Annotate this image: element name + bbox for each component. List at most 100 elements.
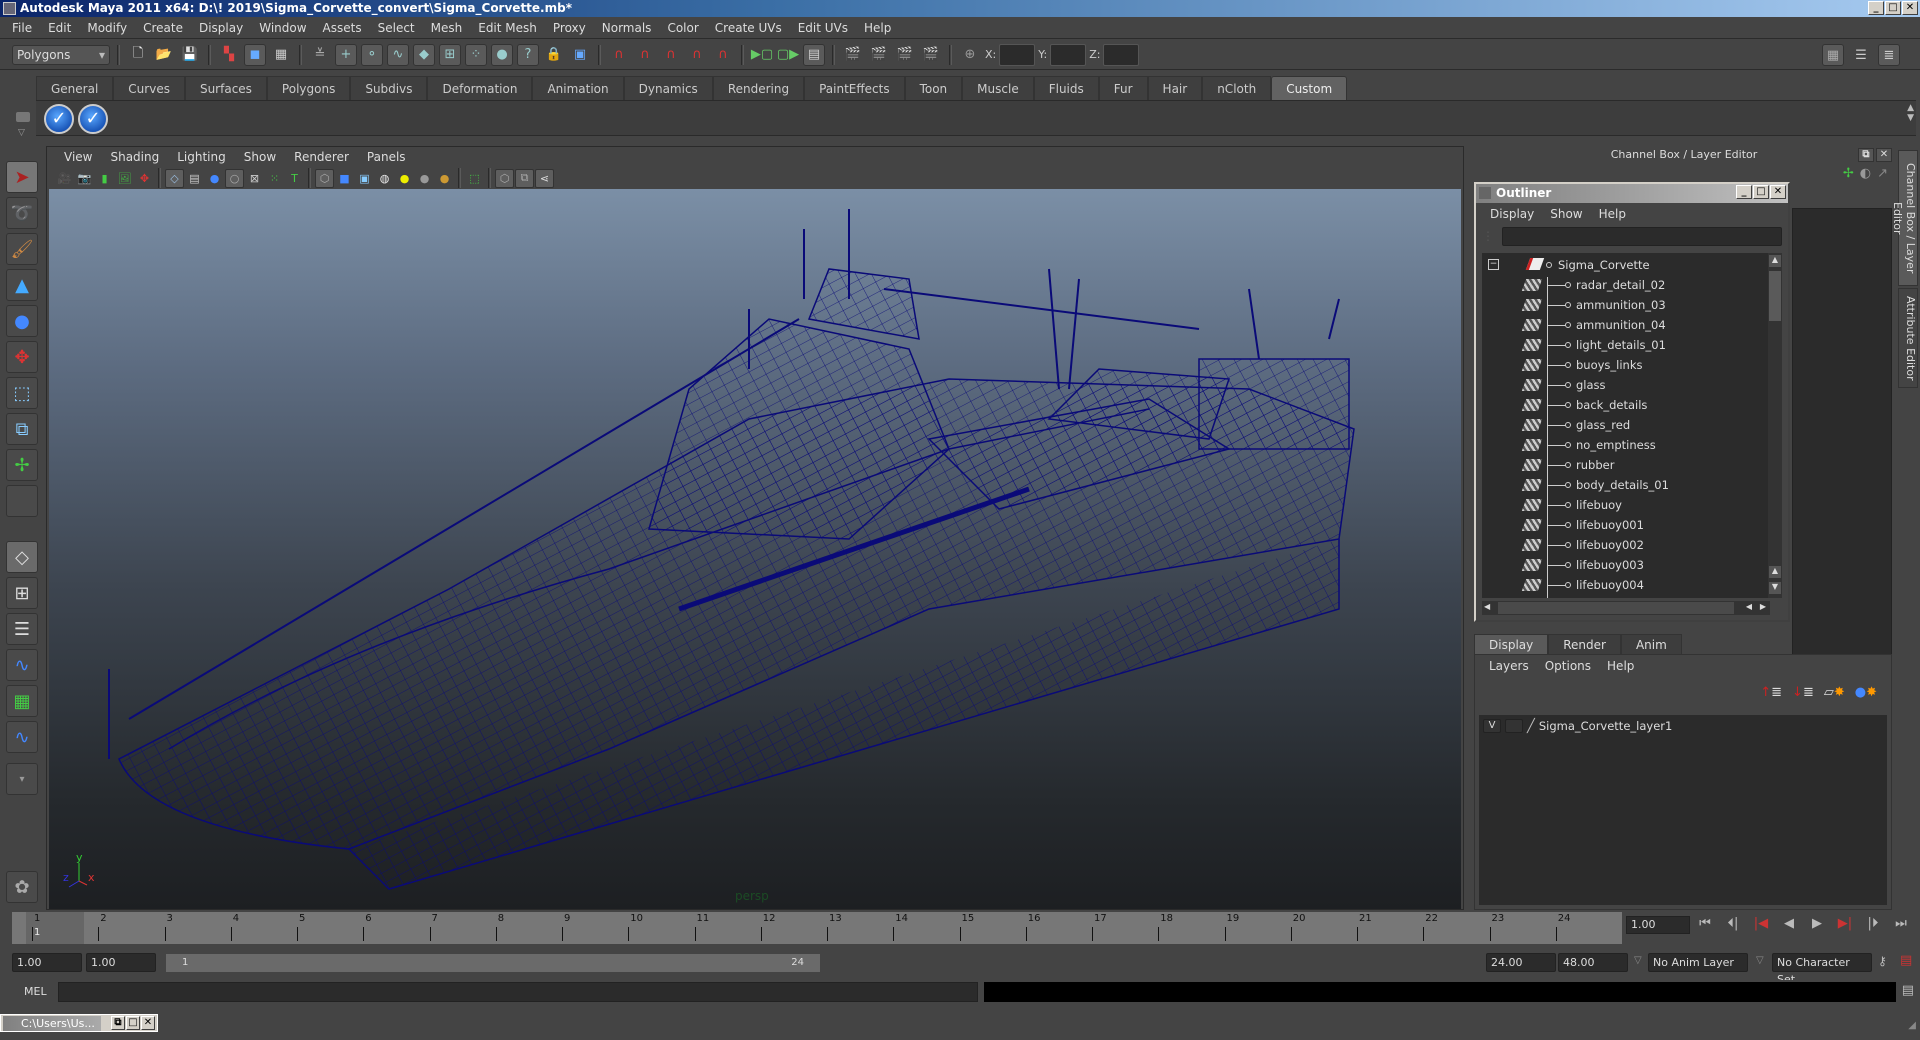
scroll-left-icon[interactable]: ◀ xyxy=(1746,602,1752,611)
z-field[interactable] xyxy=(1103,43,1140,66)
shadows-icon[interactable]: ● xyxy=(415,169,434,188)
select-by-hierarchy-icon[interactable]: ▚ xyxy=(218,44,240,66)
side-tab-attribute-editor[interactable]: Attribute Editor xyxy=(1898,288,1918,388)
snap-to-point-icon[interactable]: ∩ xyxy=(660,44,682,66)
shelf-tab-toon[interactable]: Toon xyxy=(904,76,963,100)
ipr-render-icon[interactable]: 🎬 xyxy=(894,44,916,66)
outliner-item[interactable]: rubber xyxy=(1482,455,1770,475)
viewport-menu-panels[interactable]: Panels xyxy=(358,150,415,164)
close-button[interactable]: ✕ xyxy=(1902,1,1918,15)
shelf-tab-surfaces[interactable]: Surfaces xyxy=(184,76,267,100)
menu-create-uvs[interactable]: Create UVs xyxy=(707,21,790,35)
shelf-tab-hair[interactable]: Hair xyxy=(1147,76,1203,100)
tool-settings-toggle-icon[interactable]: ☰ xyxy=(1850,44,1872,66)
start-time-field[interactable]: 1.00 xyxy=(12,953,82,972)
menu-edit-mesh[interactable]: Edit Mesh xyxy=(470,21,545,35)
snap-to-view-plane-icon[interactable]: ∩ xyxy=(686,44,708,66)
step-forward-key-icon[interactable]: ▶| xyxy=(1834,914,1856,934)
camera-attributes-icon[interactable]: 📷 xyxy=(75,169,94,188)
outliner-item[interactable]: ammunition_04 xyxy=(1482,315,1770,335)
outliner-item[interactable]: lifebuoy003 xyxy=(1482,555,1770,575)
go-to-start-icon[interactable]: ⏮ xyxy=(1694,914,1716,934)
animation-preferences-icon[interactable]: ▤ xyxy=(1900,953,1912,968)
play-backwards-icon[interactable]: ◀ xyxy=(1778,914,1800,934)
3d-viewport[interactable]: y x z persp xyxy=(49,189,1461,909)
shelf-tab-ncloth[interactable]: nCloth xyxy=(1202,76,1272,100)
attribute-editor-toggle-icon[interactable]: ▦ xyxy=(1822,44,1844,66)
four-view-layout-icon[interactable]: ⊞ xyxy=(6,577,38,609)
paint-select-tool-icon[interactable]: 🖌 xyxy=(6,233,38,265)
arrow-tool-icon[interactable]: ↗ xyxy=(1877,166,1888,181)
lock-selection-icon[interactable]: 🔒 xyxy=(543,44,565,66)
auto-key-icon[interactable]: ⚷ xyxy=(1878,954,1887,968)
shelf-tab-muscle[interactable]: Muscle xyxy=(962,76,1034,100)
shelf-tab-rendering[interactable]: Rendering xyxy=(712,76,805,100)
selection-mask-icon[interactable]: ≚ xyxy=(309,44,331,66)
render-current-frame-icon[interactable]: 🎬 xyxy=(868,44,890,66)
layer-color-swatch[interactable]: ╱ xyxy=(1527,719,1535,734)
select-rendering-icon[interactable]: ● xyxy=(491,43,513,66)
select-by-object-type-icon[interactable]: ◼ xyxy=(244,43,266,66)
wireframe-icon[interactable]: ⬡ xyxy=(315,168,334,188)
smooth-shade-icon[interactable]: ■ xyxy=(335,169,354,188)
move-layer-up-icon[interactable]: ↑≣ xyxy=(1760,685,1782,700)
make-live-icon[interactable]: ∩ xyxy=(712,44,734,66)
select-tool-icon[interactable]: ➤ xyxy=(6,161,38,193)
outliner-item[interactable]: glass_red xyxy=(1482,415,1770,435)
playback-start-field[interactable]: 1.00 xyxy=(86,953,156,972)
menu-color[interactable]: Color xyxy=(659,21,706,35)
layer-tab-anim[interactable]: Anim xyxy=(1620,634,1682,654)
universal-manipulator-icon[interactable]: ⬚ xyxy=(6,377,38,409)
snap-to-grid-icon[interactable]: ∩ xyxy=(608,44,630,66)
select-misc-icon[interactable]: ? xyxy=(517,43,539,66)
scroll-up-icon[interactable]: ▲ xyxy=(1769,566,1781,578)
xray-icon[interactable]: ⬡ xyxy=(495,168,514,188)
range-slider[interactable]: 1 24 xyxy=(166,954,820,972)
layer-menu-options[interactable]: Options xyxy=(1537,659,1599,673)
scale-tool-icon[interactable]: ✥ xyxy=(6,341,38,373)
manipulator-axes-icon[interactable]: ✢ xyxy=(1843,166,1854,181)
select-camera-icon[interactable]: 🎥 xyxy=(55,169,74,188)
outliner-filter-input[interactable] xyxy=(1502,227,1782,246)
filter-toggle-icon[interactable]: ⋮ xyxy=(1482,229,1494,243)
resize-grip-icon[interactable]: ◢ xyxy=(1908,1020,1916,1031)
construction-history-icon[interactable]: ▤ xyxy=(803,43,825,66)
side-tab-channel-box[interactable]: Channel Box / Layer Editor xyxy=(1891,150,1918,286)
menu-proxy[interactable]: Proxy xyxy=(545,21,594,35)
maximize-button[interactable]: □ xyxy=(1885,1,1901,15)
scroll-up-icon[interactable]: ▲ xyxy=(1769,255,1781,267)
wireframe-on-shaded-icon[interactable]: ▣ xyxy=(355,169,374,188)
viewport-menu-view[interactable]: View xyxy=(55,150,101,164)
minimized-window[interactable]: C:\Users\Us... ⧉ □ ✕ xyxy=(0,1014,158,1032)
layer-visibility-toggle[interactable]: V xyxy=(1483,719,1501,733)
scroll-right-icon[interactable]: ▶ xyxy=(1760,602,1766,611)
soft-modification-icon[interactable]: ⧉ xyxy=(6,413,38,445)
create-layer-from-selected-icon[interactable]: ●✸ xyxy=(1855,685,1877,700)
outliner-menu-help[interactable]: Help xyxy=(1591,207,1634,221)
outliner-maximize-button[interactable]: □ xyxy=(1753,185,1769,199)
scroll-left-icon[interactable]: ◀ xyxy=(1484,602,1490,611)
shelf-tab-fluids[interactable]: Fluids xyxy=(1033,76,1099,100)
persp-outliner-graph-layout-icon[interactable]: ∿ xyxy=(6,721,38,753)
show-manipulator-icon[interactable]: ✢ xyxy=(6,449,38,481)
checkmark-icon[interactable]: ✓ xyxy=(44,104,74,134)
menu-file[interactable]: File xyxy=(4,21,40,35)
menu-normals[interactable]: Normals xyxy=(594,21,660,35)
persp-graph-layout-icon[interactable]: ∿ xyxy=(6,649,38,681)
outliner-minimize-button[interactable]: _ xyxy=(1736,185,1752,199)
outliner-persp-layout-icon[interactable]: ☰ xyxy=(6,613,38,645)
menu-select[interactable]: Select xyxy=(370,21,423,35)
rotate-tool-icon[interactable]: ● xyxy=(6,305,38,337)
go-to-end-icon[interactable]: ⏭ xyxy=(1890,914,1912,934)
layout-dropdown-icon[interactable]: ▾ xyxy=(6,763,38,795)
outliner-item[interactable]: lifebuoy xyxy=(1482,495,1770,515)
open-scene-icon[interactable]: 📂 xyxy=(153,44,175,66)
y-field[interactable] xyxy=(1050,43,1087,66)
outliner-menu-display[interactable]: Display xyxy=(1482,207,1542,221)
channel-box-toggle-icon[interactable]: ≣ xyxy=(1878,44,1900,66)
layer-name[interactable]: Sigma_Corvette_layer1 xyxy=(1539,719,1672,733)
create-empty-layer-icon[interactable]: ▱✸ xyxy=(1824,685,1845,700)
hypershade-persp-layout-icon[interactable]: ▦ xyxy=(6,685,38,717)
menu-window[interactable]: Window xyxy=(251,21,314,35)
textured-icon[interactable]: ◍ xyxy=(375,169,394,188)
